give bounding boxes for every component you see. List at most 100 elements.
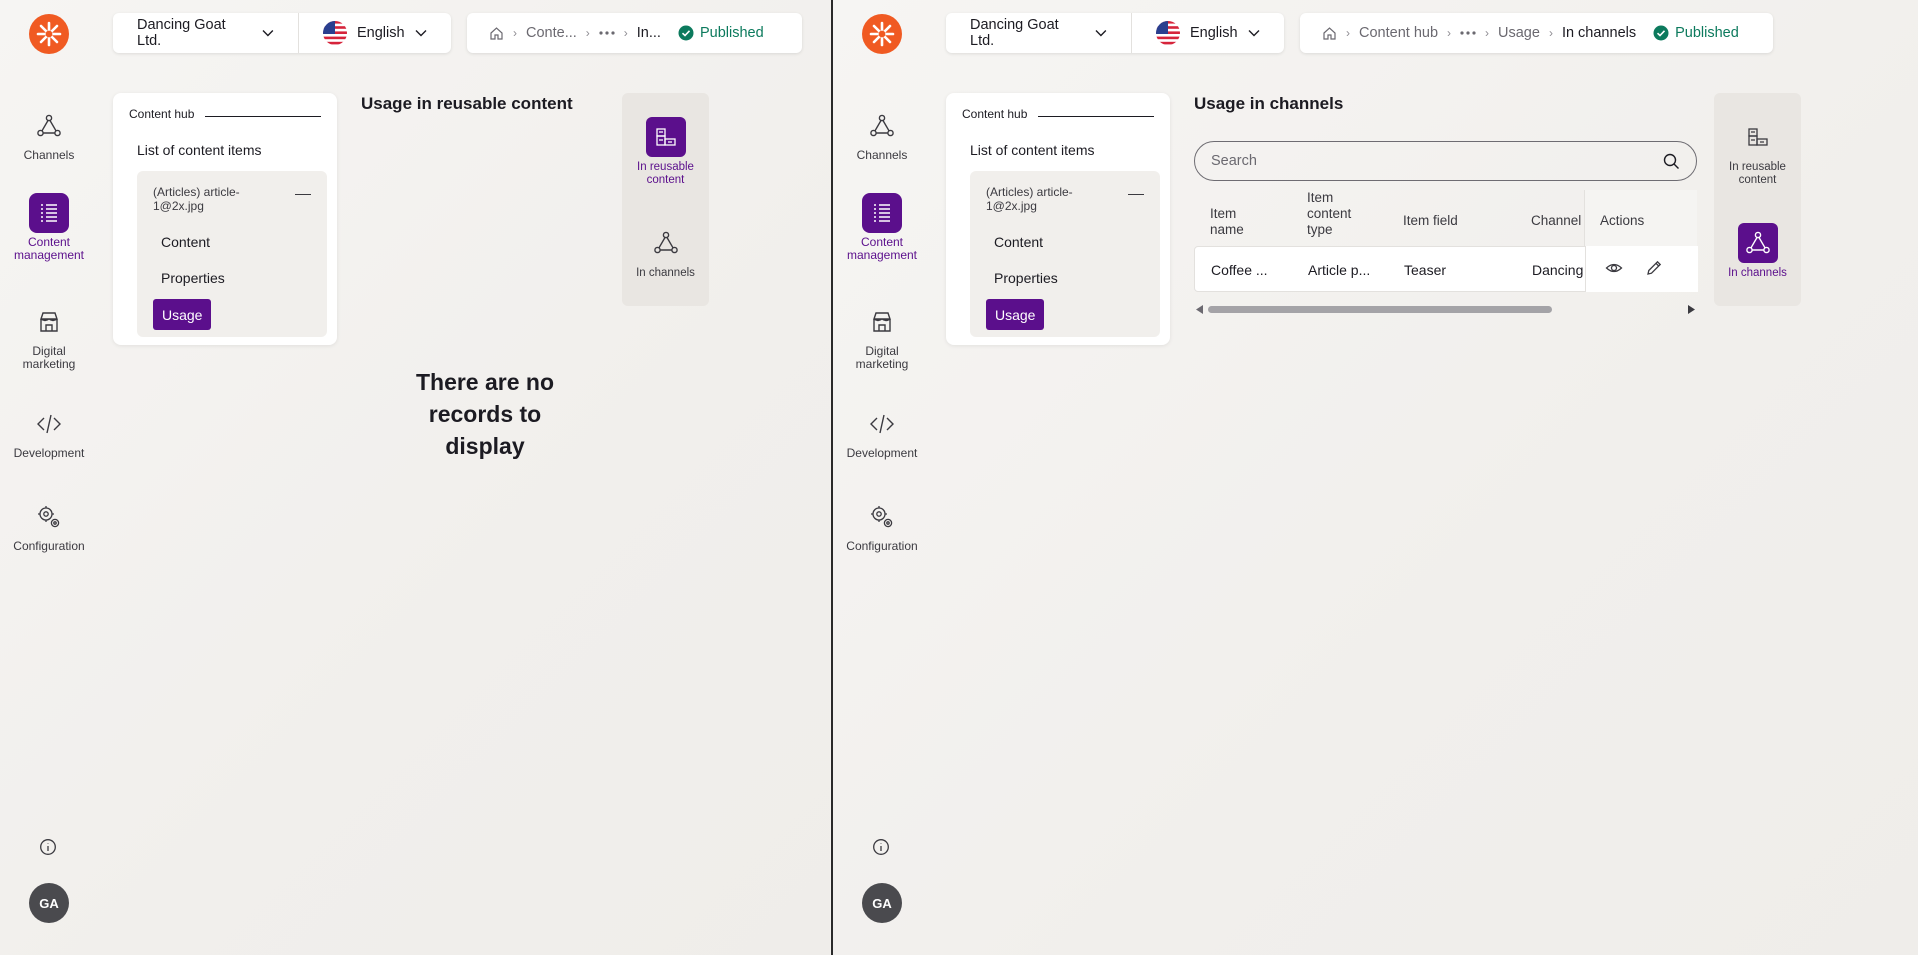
reusable-content-icon <box>645 117 686 157</box>
content-item-name: (Articles) article-1@2x.jpg <box>986 185 1073 213</box>
nav-item-label: Digital marketing <box>22 344 76 371</box>
right-pane: Channels Content management Digital mark… <box>831 0 1918 955</box>
scroll-left-arrow-icon[interactable] <box>1196 305 1204 314</box>
search-field[interactable] <box>1194 141 1697 181</box>
kentico-logo-icon[interactable] <box>29 14 69 54</box>
list-of-content-items-link[interactable]: List of content items <box>137 142 262 158</box>
content-item-box: (Articles) article-1@2x.jpg Content Prop… <box>970 171 1160 337</box>
nav-properties[interactable]: Properties <box>161 270 225 286</box>
left-pane: Channels Content management Digital mark… <box>0 0 830 955</box>
context-selectors: Dancing Goat Ltd. English <box>113 13 451 53</box>
nav-item-development[interactable]: Development <box>833 404 931 460</box>
nav-item-configuration[interactable]: Configuration <box>0 497 98 553</box>
content-management-icon <box>29 193 69 233</box>
collapse-icon[interactable] <box>1128 194 1144 195</box>
breadcrumb-separator: › <box>585 26 590 40</box>
info-icon[interactable] <box>39 838 57 856</box>
panel-title: Content hub <box>129 107 203 121</box>
language-selector[interactable]: English <box>1131 13 1284 53</box>
language-selector[interactable]: English <box>298 13 451 53</box>
nav-item-digital-marketing[interactable]: Digital marketing <box>0 302 98 371</box>
avatar[interactable]: GA <box>29 883 69 923</box>
nav-usage[interactable]: Usage <box>986 299 1045 330</box>
home-icon[interactable] <box>489 26 504 41</box>
digital-marketing-icon <box>29 302 69 342</box>
site-selector[interactable]: Dancing Goat Ltd. <box>113 13 298 53</box>
horizontal-scrollbar[interactable] <box>1194 302 1697 316</box>
column-header-channel[interactable]: Channel <box>1531 213 1583 229</box>
cell-item-name: Coffee ... <box>1211 262 1268 278</box>
status-label: Published <box>699 25 764 41</box>
empty-state-message: There are no records to display <box>415 369 555 459</box>
more-icon[interactable] <box>599 31 615 35</box>
divider <box>205 116 321 117</box>
channels-icon <box>29 106 69 146</box>
column-header-item-content-type[interactable]: Item content type <box>1307 190 1367 238</box>
nav-item-label: Content management <box>13 235 85 262</box>
nav-item-channels[interactable]: Channels <box>833 106 931 162</box>
status-badge: Published <box>1653 25 1739 41</box>
nav-content[interactable]: Content <box>161 234 210 250</box>
scroll-right-arrow-icon[interactable] <box>1687 305 1695 314</box>
breadcrumb-current: In channels <box>1561 25 1637 41</box>
status-label: Published <box>1675 25 1739 41</box>
tab-in-channels[interactable]: In channels <box>1714 223 1801 280</box>
search-input[interactable] <box>1211 153 1663 169</box>
breadcrumb-item[interactable]: Usage <box>1498 25 1540 41</box>
breadcrumb-separator: › <box>513 26 517 40</box>
nav-item-label: Content management <box>846 235 918 262</box>
nav-item-digital-marketing[interactable]: Digital marketing <box>833 302 931 371</box>
digital-marketing-icon <box>862 302 902 342</box>
development-icon <box>29 404 69 444</box>
channels-icon <box>1737 223 1778 263</box>
language-name: English <box>1190 25 1238 41</box>
tab-in-reusable-content[interactable]: In reusable content <box>1714 117 1801 187</box>
channels-icon <box>862 106 902 146</box>
nav-item-label: Configuration <box>846 539 918 553</box>
nav-item-content-management[interactable]: Content management <box>833 193 931 262</box>
home-icon[interactable] <box>1322 26 1337 41</box>
tab-in-channels[interactable]: In channels <box>622 223 709 280</box>
chevron-down-icon <box>415 30 427 37</box>
breadcrumb-separator: › <box>1346 26 1350 40</box>
nav-item-development[interactable]: Development <box>0 404 98 460</box>
actions-cell <box>1585 246 1698 292</box>
nav-content[interactable]: Content <box>994 234 1043 250</box>
nav-item-configuration[interactable]: Configuration <box>833 497 931 553</box>
breadcrumb-item[interactable]: Conte... <box>526 25 577 41</box>
nav-properties[interactable]: Properties <box>994 270 1058 286</box>
more-icon[interactable] <box>1460 31 1476 35</box>
avatar[interactable]: GA <box>862 883 902 923</box>
breadcrumb: › Content hub › › Usage › In channels Pu… <box>1300 13 1773 53</box>
content-management-icon <box>862 193 902 233</box>
page-title: Usage in reusable content <box>361 94 573 113</box>
tab-label: In channels <box>1728 267 1787 279</box>
nav-usage[interactable]: Usage <box>153 299 212 330</box>
panel-title: Content hub <box>962 107 1036 121</box>
breadcrumb-item[interactable]: Content hub <box>1359 25 1438 41</box>
nav-rail: Channels Content management Digital mark… <box>833 0 931 955</box>
content-item-name: (Articles) article-1@2x.jpg <box>153 185 240 213</box>
breadcrumb-current: In... <box>636 25 661 41</box>
kentico-logo-icon[interactable] <box>862 14 902 54</box>
list-of-content-items-link[interactable]: List of content items <box>970 142 1095 158</box>
search-icon[interactable] <box>1663 153 1680 170</box>
column-header-item-name[interactable]: Item name <box>1210 206 1270 238</box>
edit-pencil-icon[interactable] <box>1645 259 1663 277</box>
column-header-item-field[interactable]: Item field <box>1403 213 1458 229</box>
scrollbar-thumb[interactable] <box>1208 306 1552 313</box>
site-selector[interactable]: Dancing Goat Ltd. <box>946 13 1131 53</box>
info-icon[interactable] <box>872 838 890 856</box>
nav-item-content-management[interactable]: Content management <box>0 193 98 262</box>
tab-in-reusable-content[interactable]: In reusable content <box>622 117 709 187</box>
nav-item-label: Channels <box>23 148 75 162</box>
us-flag-icon <box>323 21 347 45</box>
breadcrumb: › Conte... › › In... Published <box>467 13 802 53</box>
breadcrumb-separator: › <box>623 26 628 40</box>
nav-item-channels[interactable]: Channels <box>0 106 98 162</box>
content-hub-panel: Content hub List of content items (Artic… <box>946 93 1170 345</box>
collapse-icon[interactable] <box>295 194 311 195</box>
column-header-actions: Actions <box>1600 213 1645 228</box>
preview-eye-icon[interactable] <box>1605 259 1623 277</box>
us-flag-icon <box>1156 21 1180 45</box>
